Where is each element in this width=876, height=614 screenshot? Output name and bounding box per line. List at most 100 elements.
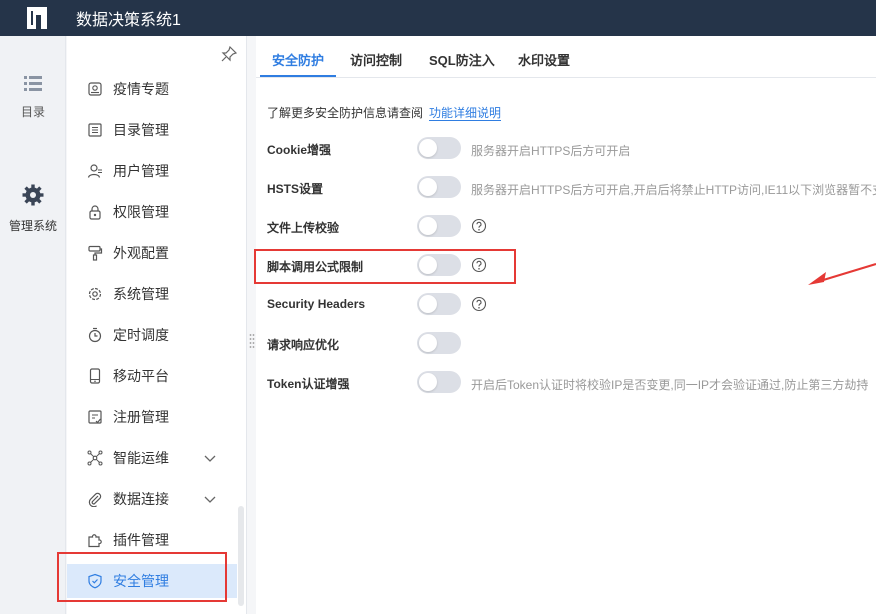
setting-label: 脚本调用公式限制 (267, 260, 364, 274)
chevron-down-icon[interactable] (203, 492, 217, 509)
app-logo-icon[interactable] (22, 3, 52, 33)
info-text: 了解更多安全防护信息请查阅 (267, 106, 424, 120)
sidebar: 疫情专题 目录管理 用户管理 权限管理 外观配置 系统管理 定时调度 移动平台 … (67, 36, 247, 614)
help-icon[interactable] (471, 296, 487, 317)
setting-description: 服务器开启HTTPS后方可开启 (471, 144, 631, 158)
sidebar-item-label: 安全管理 (113, 573, 169, 589)
pin-icon[interactable] (221, 45, 238, 67)
rail-item-label: 管理系统 (8, 219, 57, 233)
catalog-icon (87, 122, 103, 138)
sidebar-item-permission-management[interactable]: 权限管理 (67, 195, 237, 229)
sidebar-item-intelligent-ops[interactable]: 智能运维 (67, 441, 237, 475)
rail-item-label: 目录 (20, 105, 45, 119)
sidebar-item-data-connection[interactable]: 数据连接 (67, 482, 237, 516)
sidebar-item-label: 移动平台 (113, 368, 169, 384)
resize-handle[interactable] (249, 333, 255, 349)
toggle-knob (419, 256, 437, 274)
setting-row-script-formula-limit: 脚本调用公式限制 (267, 254, 867, 278)
sidebar-item-label: 疫情专题 (113, 81, 169, 97)
token-auth-toggle[interactable] (417, 371, 461, 393)
help-icon[interactable] (471, 257, 487, 278)
mobile-icon (87, 368, 103, 384)
rail-item-admin[interactable]: 管理系统 (0, 184, 66, 234)
sidebar-item-user-management[interactable]: 用户管理 (67, 154, 237, 188)
toggle-knob (419, 217, 437, 235)
setting-row-hsts: HSTS设置 服务器开启HTTPS后方可开启,开启后将禁止HTTP访问,IE11… (267, 176, 876, 200)
setting-label: Token认证增强 (267, 377, 350, 391)
puzzle-icon (87, 532, 103, 548)
tab-watermark[interactable]: 水印设置 (518, 50, 570, 69)
setting-description: 服务器开启HTTPS后方可开启,开启后将禁止HTTP访问,IE11以下浏览器暂不… (471, 183, 876, 197)
tab-access-control[interactable]: 访问控制 (350, 50, 402, 69)
top-bar: 数据决策系统1 (0, 0, 876, 36)
settings-icon (87, 286, 103, 302)
annotation-arrow-icon (806, 262, 876, 293)
tab-security-protection[interactable]: 安全防护 (272, 50, 324, 69)
sidebar-item-label: 智能运维 (113, 450, 169, 466)
response-optimization-toggle[interactable] (417, 332, 461, 354)
tab-sql-injection[interactable]: SQL防注入 (429, 50, 495, 69)
rail-item-catalog[interactable]: 目录 (0, 74, 66, 120)
sidebar-item-appearance-config[interactable]: 外观配置 (67, 236, 237, 270)
setting-row-security-headers: Security Headers (267, 293, 867, 317)
setting-row-cookie: Cookie增强 服务器开启HTTPS后方可开启 (267, 137, 867, 161)
sidebar-item-scheduled-tasks[interactable]: 定时调度 (67, 318, 237, 352)
active-tab-indicator (260, 75, 336, 77)
lock-icon (87, 204, 103, 220)
sidebar-item-plugin-management[interactable]: 插件管理 (67, 523, 237, 557)
app-title: 数据决策系统1 (76, 12, 181, 29)
sidebar-item-label: 用户管理 (113, 163, 169, 179)
sidebar-item-label: 目录管理 (113, 122, 169, 138)
security-headers-toggle[interactable] (417, 293, 461, 315)
chevron-down-icon[interactable] (203, 451, 217, 468)
sidebar-item-label: 定时调度 (113, 327, 169, 343)
script-formula-limit-toggle[interactable] (417, 254, 461, 276)
tab-bar: 安全防护 访问控制 SQL防注入 水印设置 (256, 36, 876, 78)
sidebar-item-label: 权限管理 (113, 204, 169, 220)
sidebar-scrollbar[interactable] (238, 506, 244, 606)
toggle-knob (419, 139, 437, 157)
setting-label: 请求响应优化 (267, 338, 340, 352)
hsts-toggle[interactable] (417, 176, 461, 198)
setting-row-file-upload-check: 文件上传校验 (267, 215, 867, 239)
gear-icon (0, 184, 66, 209)
toggle-knob (419, 373, 437, 391)
toggle-knob (419, 178, 437, 196)
sidebar-item-catalog-management[interactable]: 目录管理 (67, 113, 237, 147)
sidebar-item-label: 插件管理 (113, 532, 169, 548)
network-icon (87, 450, 103, 466)
paperclip-icon (87, 491, 103, 507)
main-panel: 安全防护 访问控制 SQL防注入 水印设置 了解更多安全防护信息请查阅 功能详细说… (256, 36, 876, 614)
info-line: 了解更多安全防护信息请查阅 功能详细说明 (267, 104, 502, 121)
left-rail: 目录 管理系统 (0, 36, 66, 614)
toggle-knob (419, 334, 437, 352)
setting-label: HSTS设置 (267, 182, 324, 196)
user-icon (87, 163, 103, 179)
sidebar-item-label: 系统管理 (113, 286, 169, 302)
register-icon (87, 409, 103, 425)
cookie-toggle[interactable] (417, 137, 461, 159)
sidebar-item-epidemic-topic[interactable]: 疫情专题 (67, 72, 237, 106)
sidebar-item-system-management[interactable]: 系统管理 (67, 277, 237, 311)
setting-description: 开启后Token认证时将校验IP是否变更,同一IP才会验证通过,防止第三方劫持 (471, 378, 869, 392)
toggle-knob (419, 295, 437, 313)
help-icon[interactable] (471, 218, 487, 239)
sidebar-item-label: 外观配置 (113, 245, 169, 261)
timer-icon (87, 327, 103, 343)
sidebar-item-registration-management[interactable]: 注册管理 (67, 400, 237, 434)
sidebar-item-label: 注册管理 (113, 409, 169, 425)
shield-icon (87, 573, 103, 589)
setting-label: Cookie增强 (267, 143, 332, 157)
feature-details-link[interactable]: 功能详细说明 (429, 106, 502, 121)
sidebar-item-label: 数据连接 (113, 491, 169, 507)
sidebar-item-security-management[interactable]: 安全管理 (67, 564, 237, 598)
topic-icon (87, 81, 103, 97)
list-icon (0, 74, 66, 95)
setting-row-response-optimization: 请求响应优化 (267, 332, 867, 356)
paint-roller-icon (87, 245, 103, 261)
sidebar-item-mobile-platform[interactable]: 移动平台 (67, 359, 237, 393)
setting-label: 文件上传校验 (267, 221, 340, 235)
setting-label: Security Headers (267, 297, 366, 311)
file-upload-check-toggle[interactable] (417, 215, 461, 237)
setting-row-token-auth: Token认证增强 开启后Token认证时将校验IP是否变更,同一IP才会验证通… (267, 371, 869, 395)
